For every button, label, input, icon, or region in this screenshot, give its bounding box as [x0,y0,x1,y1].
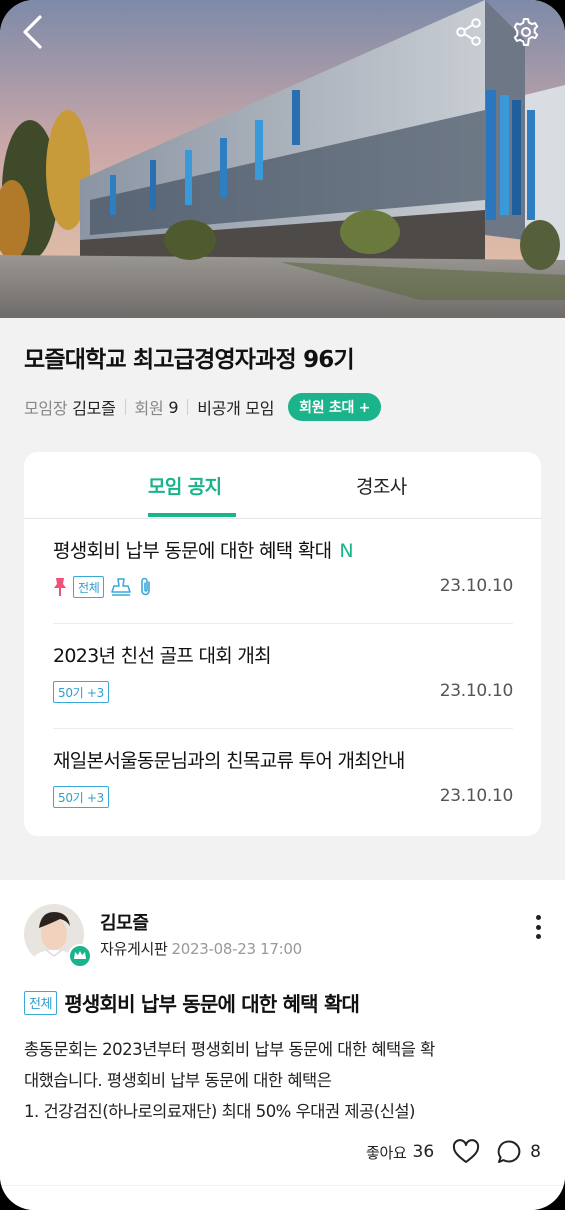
pin-icon [54,578,66,596]
audience-tag: 50기 +3 [53,786,110,808]
more-dot [535,915,541,920]
audience-tag: 50기 +3 [53,681,110,703]
gear-icon [513,18,539,46]
leader-name: 김모즐 [72,399,116,418]
audience-tag: 전체 [24,990,58,1015]
like-count: 36 [412,1142,435,1162]
post-timestamp: 2023-08-23 17:00 [171,940,303,958]
attachment-icon [141,577,151,596]
board-post[interactable]: 김모즐 자유게시판 2023-08-23 17:00 전체 평생회비 납부 동문에… [0,880,565,1185]
author-name[interactable]: 김모즐 [100,909,149,935]
comment-count: 8 [530,1142,541,1162]
member-label: 회원 [134,399,164,418]
post-body[interactable]: 총동문회는 2023년부터 평생회비 납부 동문에 대한 혜택을 확 대했습니다… [24,1034,544,1127]
group-info: 모즐대학교 최고급경영자과정 96기 모임장 김모즐 회원 9 비공개 모임 회… [0,318,565,446]
notice-card: 모임 공지 경조사 평생회비 납부 동문에 대한 혜택 확대 N 전체 23.1… [24,452,541,836]
notice-tag-row: 50기 +3 [53,681,110,703]
post-body-line: 1. 건강검진(하나로의료재단) 최대 50% 우대권 제공(신설) [24,1102,416,1121]
new-badge: N [339,540,353,562]
notice-tabs: 모임 공지 경조사 [24,452,541,519]
more-options-button[interactable] [528,912,548,942]
crown-badge-icon [68,944,92,968]
stamp-icon [111,578,132,596]
meta-divider [187,399,189,415]
notice-date: 23.10.10 [439,681,514,701]
more-dot [535,934,541,939]
tab-group-notice[interactable]: 모임 공지 [148,472,222,499]
notice-tag-row: 전체 [53,576,154,598]
notice-date: 23.10.10 [439,786,514,806]
audience-tag: 전체 [73,576,105,598]
active-tab-indicator [148,513,236,517]
next-post-card [0,1186,565,1210]
notice-title: 평생회비 납부 동문에 대한 혜택 확대 [53,540,332,562]
post-body-line: 총동문회는 2023년부터 평생회비 납부 동문에 대한 혜택을 확 [24,1040,435,1059]
chevron-left-icon [23,15,42,49]
notice-title: 재일본서울동문님과의 친목교류 투어 개최안내 [53,750,405,772]
notice-date: 23.10.10 [439,576,514,596]
heart-icon[interactable] [452,1139,480,1165]
board-name: 자유게시판 [100,940,168,958]
back-button[interactable] [12,12,52,52]
post-meta: 자유게시판 2023-08-23 17:00 [100,938,302,959]
like-label: 좋아요 [366,1143,407,1162]
notice-title: 2023년 친선 골프 대회 개최 [53,645,272,667]
app-screen: 모즐대학교 최고급경영자과정 96기 모임장 김모즐 회원 9 비공개 모임 회… [0,0,565,1210]
avatar[interactable] [24,904,92,968]
notice-tag-row: 50기 +3 [53,786,110,808]
more-dot [535,924,541,930]
privacy-status: 비공개 모임 [197,399,275,418]
member-count: 9 [168,397,179,417]
notice-item[interactable]: 재일본서울동문님과의 친목교류 투어 개최안내 50기 +3 23.10.10 [53,729,513,834]
post-body-line: 대했습니다. 평생회비 납부 동문에 대한 혜택은 [24,1071,332,1090]
post-actions: 좋아요 36 8 [366,1139,541,1165]
invite-member-button[interactable]: 회원 초대 + [288,393,382,421]
settings-button[interactable] [506,12,546,52]
notice-item[interactable]: 2023년 친선 골프 대회 개최 50기 +3 23.10.10 [53,624,513,729]
meta-divider [124,399,126,415]
leader-label: 모임장 [24,399,68,418]
group-cover-image [0,0,565,318]
share-button[interactable] [449,12,489,52]
group-title: 모즐대학교 최고급경영자과정 96기 [24,347,355,373]
group-meta: 모임장 김모즐 회원 9 비공개 모임 회원 초대 + [24,393,382,421]
post-title-row[interactable]: 전체 평생회비 납부 동문에 대한 혜택 확대 [24,988,360,1017]
comment-icon[interactable] [496,1139,522,1165]
tab-family-events[interactable]: 경조사 [356,472,407,499]
post-title: 평생회비 납부 동문에 대한 혜택 확대 [64,992,360,1016]
notice-title-row: 평생회비 납부 동문에 대한 혜택 확대 N [53,536,354,563]
share-icon [456,18,481,46]
notice-item[interactable]: 평생회비 납부 동문에 대한 혜택 확대 N 전체 23.10.10 [53,519,513,624]
